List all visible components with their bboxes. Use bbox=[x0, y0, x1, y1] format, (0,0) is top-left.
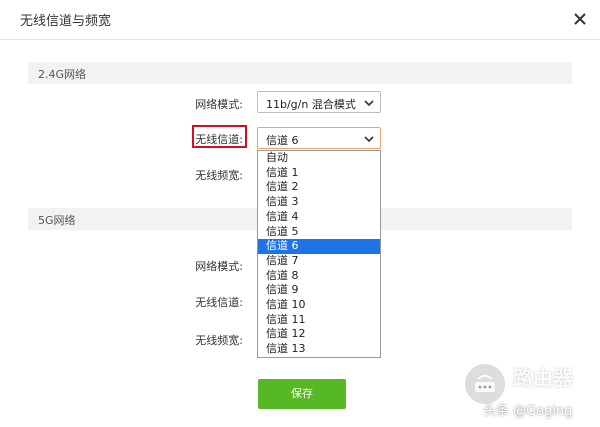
watermark-brand: 路由器 bbox=[513, 366, 573, 390]
chevron-down-icon bbox=[364, 136, 374, 143]
channel-label-24g: 无线信道: bbox=[195, 133, 243, 146]
dialog-header: 无线信道与频宽 bbox=[0, 0, 600, 40]
channel-option[interactable]: 信道 7 bbox=[258, 254, 380, 269]
channel-option[interactable]: 信道 1 bbox=[258, 166, 380, 181]
channel-option[interactable]: 信道 9 bbox=[258, 283, 380, 298]
mode-select-24g[interactable]: 11b/g/n 混合模式 bbox=[257, 91, 381, 113]
section-5g-title: 5G网络 bbox=[38, 214, 76, 227]
channel-option[interactable]: 信道 2 bbox=[258, 180, 380, 195]
channel-option[interactable]: 信道 13 bbox=[258, 342, 380, 357]
channel-option[interactable]: 自动 bbox=[258, 151, 380, 166]
dialog-title: 无线信道与频宽 bbox=[20, 14, 112, 29]
watermark-credit: 头条 @Goging bbox=[483, 404, 573, 419]
channel-dropdown-list[interactable]: 自动 信道 1 信道 2 信道 3 信道 4 信道 5 信道 6 信道 7 信道… bbox=[257, 150, 381, 358]
close-icon[interactable] bbox=[570, 9, 590, 29]
watermark: 路由器 头条 @Goging bbox=[465, 362, 595, 422]
chevron-down-icon bbox=[364, 100, 374, 107]
save-button[interactable]: 保存 bbox=[258, 379, 346, 409]
channel-option[interactable]: 信道 4 bbox=[258, 210, 380, 225]
channel-option[interactable]: 信道 3 bbox=[258, 195, 380, 210]
channel-option[interactable]: 信道 11 bbox=[258, 313, 380, 328]
bandwidth-label-24g: 无线频宽: bbox=[195, 169, 243, 182]
channel-option[interactable]: 信道 10 bbox=[258, 298, 380, 313]
mode-label-5g: 网络模式: bbox=[195, 260, 243, 273]
channel-option[interactable]: 信道 5 bbox=[258, 225, 380, 240]
channel-option[interactable]: 信道 8 bbox=[258, 269, 380, 284]
channel-select-24g[interactable]: 信道 6 bbox=[257, 127, 381, 149]
channel-select-24g-value: 信道 6 bbox=[266, 134, 299, 147]
section-24g-header: 2.4G网络 bbox=[28, 62, 572, 84]
bandwidth-label-5g: 无线频宽: bbox=[195, 334, 243, 347]
mode-label-24g: 网络模式: bbox=[195, 98, 243, 111]
mode-select-24g-value: 11b/g/n 混合模式 bbox=[266, 98, 356, 111]
channel-option[interactable]: 信道 12 bbox=[258, 327, 380, 342]
router-logo-icon bbox=[465, 364, 505, 404]
channel-label-5g: 无线信道: bbox=[195, 296, 243, 309]
section-24g-title: 2.4G网络 bbox=[38, 68, 87, 81]
channel-option-selected[interactable]: 信道 6 bbox=[258, 239, 380, 254]
